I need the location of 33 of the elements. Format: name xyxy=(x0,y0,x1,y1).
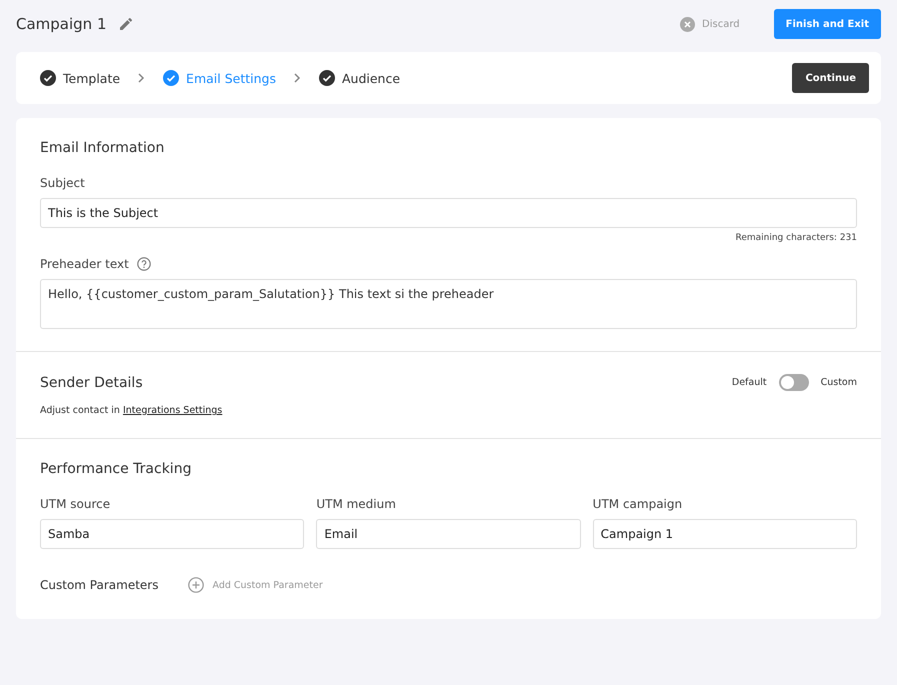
field-label: Preheader text xyxy=(40,257,129,271)
toggle-label: Custom xyxy=(820,377,857,388)
subject-field[interactable]: This is the Subject xyxy=(40,198,857,228)
check-icon xyxy=(163,70,180,86)
field-label: UTM medium xyxy=(316,497,396,511)
preheader-field[interactable]: Hello, {{customer_custom_param_Salutation}} This text si the preheader xyxy=(40,279,857,329)
section-heading: Performance Tracking xyxy=(40,461,192,477)
step-tab[interactable]: Template xyxy=(40,70,120,86)
chevron-icon xyxy=(138,73,146,83)
adjust-contact-note: Adjust contact in Integrations Settings xyxy=(40,405,224,416)
integrations-settings-link[interactable]: Integrations Settings xyxy=(122,405,222,416)
field-label: Subject xyxy=(40,176,85,190)
remaining-characters: Remaining characters: 231 xyxy=(735,233,857,243)
pencil-icon[interactable] xyxy=(118,17,132,31)
custom-parameters-label: Custom Parameters xyxy=(40,578,158,592)
utm-field[interactable]: Campaign 1 xyxy=(592,519,857,549)
sender-toggle[interactable] xyxy=(778,374,809,391)
check-icon xyxy=(318,70,335,86)
field-label: UTM source xyxy=(40,497,110,511)
plus-icon xyxy=(188,577,204,593)
utm-field[interactable]: Email xyxy=(316,519,581,549)
section-heading: Email Information xyxy=(40,140,166,156)
utm-field[interactable]: Samba xyxy=(40,519,304,549)
campaign-title: Campaign 1 xyxy=(16,15,106,33)
toggle-label: Default xyxy=(732,377,767,388)
chevron-icon xyxy=(294,73,301,83)
close-icon xyxy=(680,16,696,32)
check-icon xyxy=(40,70,56,86)
step-tab[interactable]: Audience xyxy=(318,70,400,86)
continue-button[interactable]: Continue xyxy=(792,63,869,93)
help-icon[interactable] xyxy=(136,257,151,271)
section-heading: Sender Details xyxy=(40,374,143,390)
field-label: UTM campaign xyxy=(592,497,682,511)
